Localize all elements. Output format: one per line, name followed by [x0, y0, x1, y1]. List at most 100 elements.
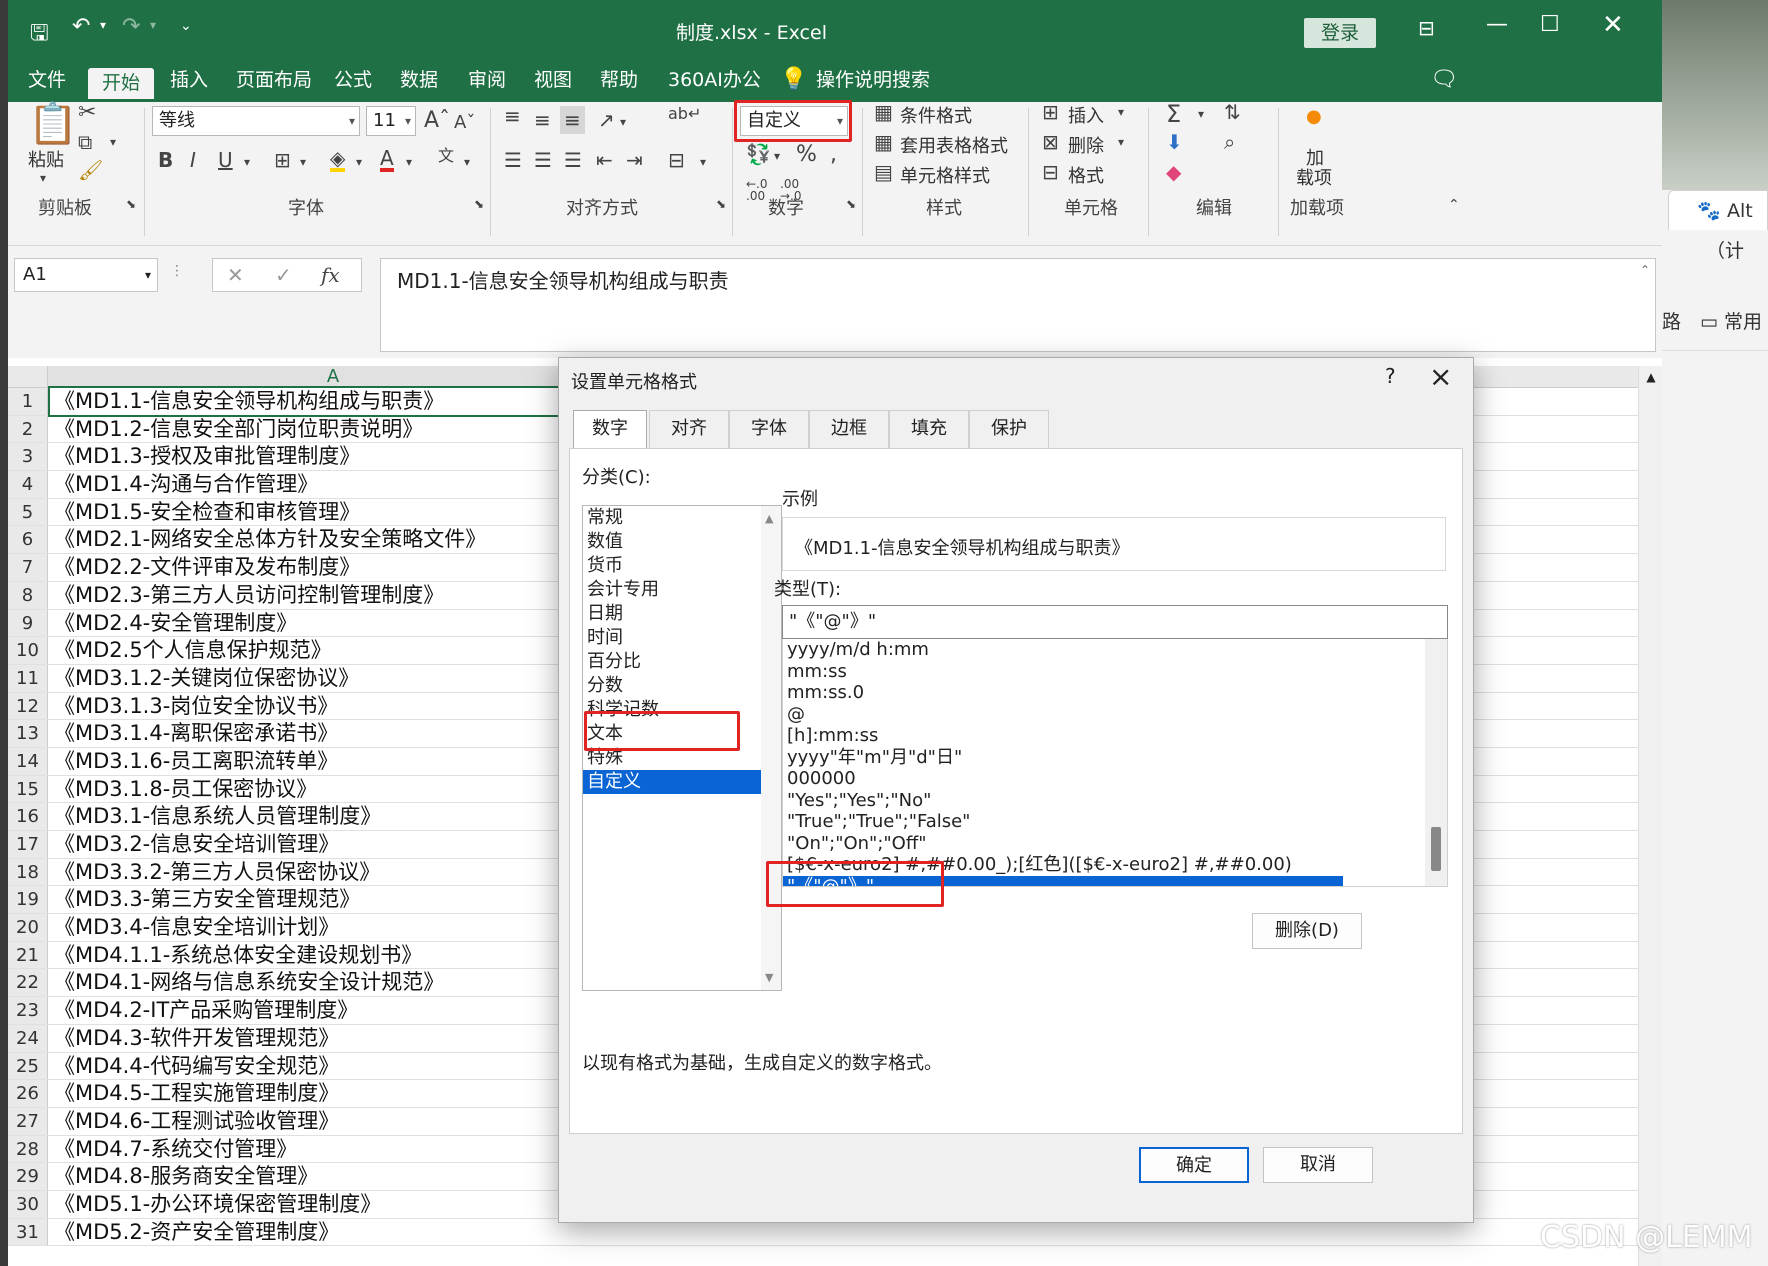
- autosum-dropdown-icon[interactable]: ▾: [1198, 108, 1204, 120]
- copy-icon[interactable]: ⧉: [78, 132, 92, 152]
- row-number[interactable]: 9: [8, 609, 48, 637]
- row-number[interactable]: 5: [8, 498, 48, 526]
- scroll-thumb[interactable]: [1431, 827, 1441, 871]
- cell-a[interactable]: 《MD4.7-系统交付管理》: [54, 1136, 297, 1163]
- tab-360ai[interactable]: 360AI办公: [668, 62, 761, 102]
- row-number[interactable]: 26: [8, 1080, 48, 1107]
- autosum-icon[interactable]: Σ: [1166, 102, 1181, 126]
- paste-label[interactable]: 粘贴: [28, 146, 64, 172]
- scroll-down-icon[interactable]: ▼: [765, 971, 773, 984]
- enter-formula-icon[interactable]: ✓: [275, 265, 292, 285]
- borders-icon[interactable]: ⊞: [274, 150, 291, 170]
- cell-a[interactable]: 《MD3.1.2-关键岗位保密协议》: [54, 665, 359, 692]
- ok-button[interactable]: 确定: [1139, 1147, 1249, 1183]
- cell-a[interactable]: 《MD3.1.8-员工保密协议》: [54, 776, 317, 803]
- type-item[interactable]: mm:ss: [783, 661, 1447, 683]
- cell-a[interactable]: 《MD1.4-沟通与合作管理》: [54, 471, 318, 498]
- row-number[interactable]: 18: [8, 858, 48, 886]
- cut-icon[interactable]: ✂: [78, 102, 96, 124]
- font-launcher-icon[interactable]: ⬊: [474, 198, 484, 210]
- underline-dropdown-icon[interactable]: ▾: [244, 156, 250, 168]
- cell-styles-button[interactable]: 单元格样式: [900, 162, 990, 188]
- cell-a[interactable]: 《MD1.2-信息安全部门岗位职责说明》: [54, 416, 423, 443]
- row-number[interactable]: 23: [8, 997, 48, 1024]
- help-icon[interactable]: ?: [1385, 364, 1396, 388]
- phonetic-dropdown-icon[interactable]: ▾: [464, 156, 470, 168]
- conditional-format-button[interactable]: 条件格式: [900, 102, 972, 128]
- row-number[interactable]: 11: [8, 664, 48, 692]
- decrease-indent-icon[interactable]: ⇤: [596, 150, 613, 170]
- undo-dropdown-icon[interactable]: ▾: [100, 18, 106, 32]
- tell-me-search[interactable]: 操作说明搜索: [816, 62, 930, 102]
- row-number[interactable]: 31: [8, 1218, 48, 1246]
- cell-a[interactable]: 《MD4.1-网络与信息系统安全设计规范》: [54, 969, 444, 996]
- row-number[interactable]: 17: [8, 831, 48, 858]
- row-number[interactable]: 25: [8, 1052, 48, 1080]
- align-top-icon[interactable]: ≡: [504, 106, 521, 126]
- redo-icon[interactable]: ↷: [122, 14, 140, 39]
- cell-a[interactable]: 《MD3.1.4-离职保密承诺书》: [54, 720, 338, 747]
- cell-a[interactable]: 《MD2.2-文件评审及发布制度》: [54, 554, 360, 581]
- category-item[interactable]: 数值: [583, 530, 781, 554]
- row-number[interactable]: 27: [8, 1107, 48, 1135]
- bookmark-2[interactable]: ▭ 常用: [1700, 304, 1768, 340]
- row-number[interactable]: 12: [8, 692, 48, 720]
- accounting-dropdown-icon[interactable]: ▾: [774, 150, 780, 162]
- type-item[interactable]: "True";"True";"False": [783, 811, 1447, 833]
- cell-a[interactable]: 《MD4.1.1-系统总体安全建设规划书》: [54, 942, 422, 969]
- italic-icon[interactable]: I: [190, 150, 196, 170]
- cell-a[interactable]: 《MD4.4-代码编写安全规范》: [54, 1053, 339, 1080]
- row-number[interactable]: 29: [8, 1163, 48, 1190]
- tab-help[interactable]: 帮助: [600, 62, 638, 102]
- increase-font-icon[interactable]: Aˆ: [424, 110, 450, 132]
- delete-cells-button[interactable]: 删除: [1068, 132, 1104, 158]
- delete-dropdown-icon[interactable]: ▾: [1118, 136, 1124, 148]
- cell-a[interactable]: 《MD3.3.2-第三方人员保密协议》: [54, 859, 380, 886]
- format-painter-icon[interactable]: 🖌: [78, 160, 103, 180]
- category-item[interactable]: 常规: [583, 506, 781, 530]
- row-number[interactable]: 6: [8, 526, 48, 554]
- cell-a[interactable]: 《MD1.5-安全检查和审核管理》: [54, 499, 360, 526]
- browser-tab[interactable]: 🐾 Alt（计: [1668, 190, 1768, 262]
- close-window-icon[interactable]: ✕: [1602, 10, 1624, 40]
- row-number[interactable]: 8: [8, 581, 48, 609]
- category-item[interactable]: 百分比: [583, 650, 781, 674]
- row-number[interactable]: 21: [8, 941, 48, 969]
- addins-icon[interactable]: ●: [1306, 108, 1322, 126]
- insert-dropdown-icon[interactable]: ▾: [1118, 106, 1124, 118]
- type-item[interactable]: 000000: [783, 768, 1447, 790]
- redo-dropdown-icon[interactable]: ▾: [150, 18, 156, 32]
- cell-a[interactable]: 《MD2.5个人信息保护规范》: [54, 637, 332, 664]
- type-item[interactable]: yyyy"年"m"月"d"日": [783, 747, 1447, 769]
- cell-a[interactable]: 《MD3.1.6-员工离职流转单》: [54, 748, 338, 775]
- row-number[interactable]: 15: [8, 775, 48, 803]
- scroll-up-icon[interactable]: ▲: [1641, 370, 1661, 390]
- row-number[interactable]: 24: [8, 1024, 48, 1052]
- addins-label-2[interactable]: 载项: [1296, 164, 1332, 190]
- tab-review[interactable]: 审阅: [468, 62, 506, 102]
- font-color-dropdown-icon[interactable]: ▾: [406, 156, 412, 168]
- cell-a[interactable]: 《MD5.2-资产安全管理制度》: [54, 1219, 339, 1246]
- category-item[interactable]: 自定义: [583, 770, 781, 794]
- accounting-format-icon[interactable]: 💱: [746, 144, 771, 164]
- row-number[interactable]: 13: [8, 720, 48, 747]
- login-button[interactable]: 登录: [1304, 18, 1376, 48]
- comments-icon[interactable]: 🗨: [1430, 62, 1458, 102]
- type-item[interactable]: "Yes";"Yes";"No": [783, 790, 1447, 812]
- close-icon[interactable]: ×: [1429, 360, 1452, 393]
- category-item[interactable]: 会计专用: [583, 578, 781, 602]
- cell-a[interactable]: 《MD4.3-软件开发管理规范》: [54, 1025, 339, 1052]
- type-scrollbar[interactable]: [1425, 639, 1447, 886]
- paste-dropdown-icon[interactable]: ▾: [40, 172, 46, 184]
- orientation-icon[interactable]: ↗: [598, 110, 615, 130]
- collapse-formula-icon[interactable]: ⌃: [1640, 264, 1650, 276]
- formula-input[interactable]: MD1.1-信息安全领导机构组成与职责: [380, 258, 1656, 352]
- customize-toolbar-icon[interactable]: ⌄: [180, 18, 192, 34]
- phonetic-icon[interactable]: 文: [438, 148, 454, 164]
- select-all-corner[interactable]: [8, 366, 48, 388]
- orientation-dropdown-icon[interactable]: ▾: [620, 116, 626, 128]
- category-item[interactable]: 分数: [583, 674, 781, 698]
- cell-a[interactable]: 《MD2.4-安全管理制度》: [54, 610, 297, 637]
- category-item[interactable]: 货币: [583, 554, 781, 578]
- type-item[interactable]: [h]:mm:ss: [783, 725, 1447, 747]
